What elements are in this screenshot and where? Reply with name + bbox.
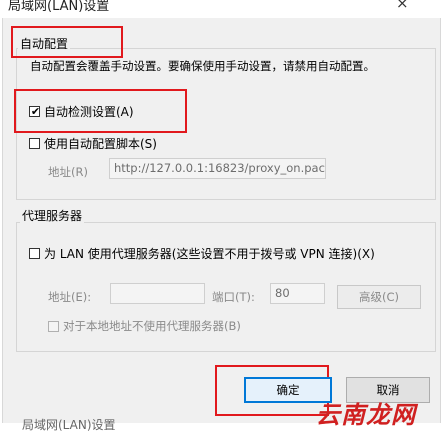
proxy-server-group-title: 代理服务器	[20, 207, 85, 224]
auto-config-description: 自动配置会覆盖手动设置。要确保使用手动设置，请禁用自动配置。	[30, 59, 375, 73]
proxy-port-label: 端口(T):	[212, 290, 255, 304]
close-icon[interactable]: ×	[396, 0, 409, 12]
proxy-address-label: 地址(E):	[48, 290, 92, 304]
bypass-local-checkbox[interactable]	[48, 321, 59, 332]
window-border-left	[0, 18, 3, 423]
advanced-button[interactable]: 高级(C)	[337, 285, 421, 309]
auto-detect-checkbox[interactable]: ✔	[29, 106, 40, 117]
use-proxy-label[interactable]: 为 LAN 使用代理服务器(这些设置不用于拨号或 VPN 连接)(X)	[44, 245, 375, 262]
bypass-local-label[interactable]: 对于本地地址不使用代理服务器(B)	[63, 318, 241, 334]
highlight-auto-config-title	[11, 26, 123, 58]
watermark-logo: 云南龙网	[316, 401, 416, 429]
background-window-title: 局域网(LAN)设置	[22, 418, 116, 432]
use-script-checkbox[interactable]	[29, 138, 40, 149]
script-address-label: 地址(R)	[48, 165, 88, 179]
proxy-address-field[interactable]	[110, 283, 205, 304]
auto-detect-label[interactable]: 自动检测设置(A)	[44, 103, 134, 120]
window-title: 局域网(LAN)设置	[8, 0, 110, 14]
window-border-right	[440, 18, 446, 423]
script-address-field[interactable]: http://127.0.0.1:16823/proxy_on.pac	[109, 158, 326, 179]
checkmark-icon: ✔	[30, 105, 41, 118]
use-script-label[interactable]: 使用自动配置脚本(S)	[44, 135, 157, 152]
use-proxy-checkbox[interactable]	[29, 248, 40, 259]
proxy-port-field[interactable]: 80	[270, 283, 325, 304]
